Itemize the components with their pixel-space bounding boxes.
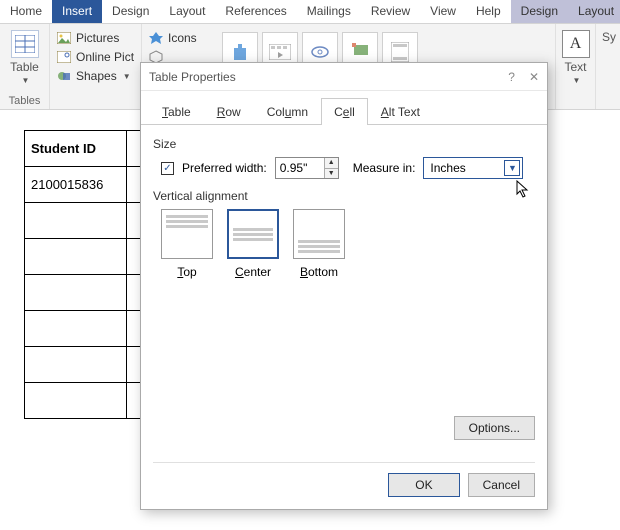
ok-button[interactable]: OK: [388, 473, 459, 497]
dtab-table[interactable]: Table: [149, 98, 204, 125]
tab-table-design[interactable]: Design: [511, 0, 568, 23]
chevron-down-icon: ▼: [123, 72, 131, 81]
table-icon: [11, 30, 39, 58]
online-pictures-label: Online Pict: [76, 50, 134, 64]
table-button[interactable]: Table ▼: [6, 28, 43, 87]
valign-center[interactable]: Center: [227, 209, 279, 279]
online-pictures-icon: [56, 49, 72, 65]
chevron-down-icon: ▼: [22, 76, 30, 85]
measure-in-value: Inches: [430, 161, 465, 175]
spin-down-icon[interactable]: ▼: [325, 168, 338, 179]
measure-in-label: Measure in:: [353, 161, 416, 175]
options-button[interactable]: Options...: [454, 416, 535, 440]
icons-label: Icons: [168, 31, 197, 45]
tab-review[interactable]: Review: [361, 0, 420, 23]
group-text: A Text ▼: [556, 24, 596, 109]
tab-layout[interactable]: Layout: [159, 0, 215, 23]
tab-help[interactable]: Help: [466, 0, 511, 23]
dtab-row[interactable]: Row: [204, 98, 254, 125]
valign-section-label: Vertical alignment: [153, 189, 535, 203]
preferred-width-checkbox[interactable]: ✓: [161, 162, 174, 175]
col-student-id[interactable]: Student ID: [25, 131, 127, 167]
close-button[interactable]: ✕: [529, 70, 539, 84]
online-pictures-button[interactable]: Online Pict: [56, 49, 135, 65]
dtab-alt-text[interactable]: Alt Text: [368, 98, 433, 125]
shapes-icon: [56, 68, 72, 84]
valign-bottom-label: Bottom: [300, 265, 338, 279]
dialog-tabs: Table Row Column Cell Alt Text: [141, 91, 547, 125]
chevron-down-icon: ▼: [573, 76, 581, 85]
tab-mailings[interactable]: Mailings: [297, 0, 361, 23]
pictures-button[interactable]: Pictures: [56, 30, 135, 46]
table-label: Table: [10, 60, 39, 74]
dialog-titlebar[interactable]: Table Properties ? ✕: [141, 63, 547, 91]
dtab-cell[interactable]: Cell: [321, 98, 368, 125]
dtab-column[interactable]: Column: [254, 98, 321, 125]
valign-top[interactable]: Top: [161, 209, 213, 279]
preferred-width-label: Preferred width:: [182, 161, 267, 175]
shapes-button[interactable]: Shapes ▼: [56, 68, 135, 84]
tab-design[interactable]: Design: [102, 0, 159, 23]
size-section-label: Size: [153, 137, 535, 151]
cell[interactable]: 2100015836: [25, 167, 127, 203]
tab-view[interactable]: View: [420, 0, 466, 23]
text-label: Text: [565, 60, 587, 74]
spinner[interactable]: ▲▼: [324, 158, 338, 178]
table-properties-dialog: Table Properties ? ✕ Table Row Column Ce…: [140, 62, 548, 510]
measure-in-select[interactable]: Inches ▼: [423, 157, 523, 179]
pictures-icon: [56, 30, 72, 46]
shapes-label: Shapes: [76, 69, 117, 83]
symbols-label: Sy: [602, 30, 614, 44]
tab-table-layout[interactable]: Layout: [568, 0, 620, 23]
dialog-title: Table Properties: [149, 70, 236, 84]
valign-center-icon: [227, 209, 279, 259]
text-icon: A: [562, 30, 590, 58]
valign-top-label: Top: [177, 265, 196, 279]
cell[interactable]: [25, 347, 127, 383]
pictures-label: Pictures: [76, 31, 119, 45]
chevron-down-icon[interactable]: ▼: [504, 160, 520, 176]
help-button[interactable]: ?: [508, 70, 515, 84]
cell[interactable]: [25, 275, 127, 311]
valign-options: Top Center Bottom: [153, 209, 535, 279]
valign-top-icon: [161, 209, 213, 259]
cell[interactable]: [25, 239, 127, 275]
dialog-body: Size ✓ Preferred width: ▲▼ Measure in: I…: [141, 125, 547, 408]
preferred-width-value[interactable]: [276, 158, 324, 178]
tab-home[interactable]: Home: [0, 0, 52, 23]
text-button[interactable]: A Text ▼: [562, 28, 589, 87]
cell[interactable]: [25, 203, 127, 239]
cell[interactable]: [25, 311, 127, 347]
dialog-footer: Options... OK Cancel: [141, 408, 547, 509]
valign-bottom[interactable]: Bottom: [293, 209, 345, 279]
icons-button[interactable]: Icons: [148, 30, 206, 46]
group-tables: Table ▼ Tables: [0, 24, 50, 109]
cell[interactable]: [25, 383, 127, 419]
group-illustrations-1: Pictures Online Pict Shapes ▼: [50, 24, 142, 109]
tab-references[interactable]: References: [215, 0, 296, 23]
spin-up-icon[interactable]: ▲: [325, 158, 338, 168]
icons-icon: [148, 30, 164, 46]
tab-insert[interactable]: Insert: [52, 0, 102, 23]
valign-bottom-icon: [293, 209, 345, 259]
group-symbols: Sy: [596, 24, 620, 109]
cancel-button[interactable]: Cancel: [468, 473, 535, 497]
ribbon-tabs: Home Insert Design Layout References Mai…: [0, 0, 620, 24]
group-label-tables: Tables: [6, 93, 43, 107]
valign-center-label: Center: [235, 265, 271, 279]
preferred-width-input[interactable]: ▲▼: [275, 157, 339, 179]
